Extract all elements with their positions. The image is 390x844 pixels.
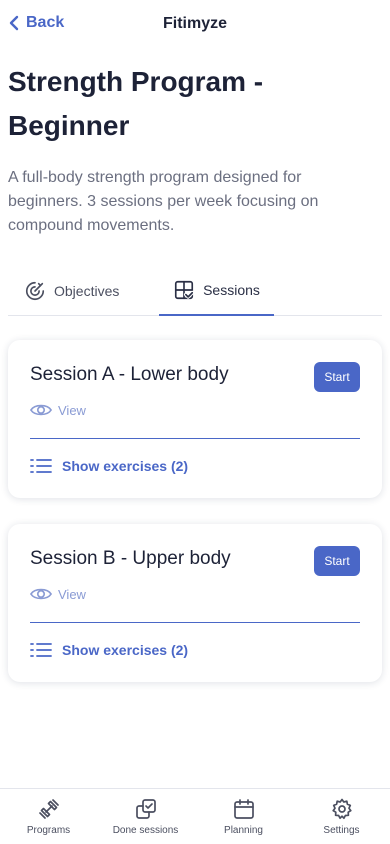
divider [30, 622, 360, 623]
nav-done-sessions-label: Done sessions [112, 825, 179, 836]
show-exercises-label: Show exercises (2) [62, 642, 189, 658]
show-exercises-label: Show exercises (2) [62, 458, 189, 474]
copy-check-icon [135, 799, 156, 819]
session-title: Session B - Upper body [30, 548, 231, 569]
gear-icon [331, 798, 352, 820]
nav-planning[interactable]: Planning [195, 789, 292, 844]
view-label: View [58, 586, 86, 602]
back-label: Back [26, 14, 65, 31]
calendar-icon [233, 799, 254, 819]
view-link[interactable]: View [30, 586, 86, 602]
view-label: View [58, 402, 86, 418]
program-description: A full-body strength program designed fo… [8, 169, 319, 234]
session-title: Session A - Lower body [30, 364, 229, 385]
tab-sessions[interactable]: Sessions [159, 266, 274, 316]
divider [30, 438, 360, 439]
start-button[interactable]: Start [314, 362, 360, 392]
app-header: Back Fitimyze [0, 0, 390, 50]
nav-planning-label: Planning [224, 825, 263, 836]
page-title: Strength Program - Beginner [8, 66, 264, 141]
back-button[interactable]: Back [8, 14, 64, 32]
tab-sessions-label: Sessions [203, 282, 260, 298]
tab-objectives-label: Objectives [54, 283, 120, 299]
view-link[interactable]: View [30, 402, 86, 418]
dumbbell-icon [38, 799, 59, 819]
bottom-nav: Programs Done sessions Planning Settings [0, 788, 390, 844]
nav-settings-label: Settings [323, 825, 360, 836]
show-exercises-button[interactable]: Show exercises (2) [30, 642, 188, 658]
eye-icon [30, 404, 52, 416]
tab-bar: Objectives Sessions [8, 266, 382, 316]
nav-programs[interactable]: Programs [0, 789, 97, 844]
start-button[interactable]: Start [314, 546, 360, 576]
eye-icon [30, 588, 52, 600]
show-exercises-button[interactable]: Show exercises (2) [30, 458, 188, 474]
list-icon [30, 643, 52, 657]
session-card: Session B - Upper body Start View Show e… [8, 524, 382, 682]
nav-settings[interactable]: Settings [293, 789, 390, 844]
session-card: Session A - Lower body Start View Show e… [8, 340, 382, 498]
chevron-left-icon [9, 15, 19, 31]
tab-objectives[interactable]: Objectives [24, 266, 119, 316]
grid-check-icon [175, 280, 195, 300]
target-icon [25, 281, 45, 301]
nav-programs-label: Programs [26, 825, 71, 836]
nav-done-sessions[interactable]: Done sessions [97, 789, 194, 844]
list-icon [30, 459, 52, 473]
